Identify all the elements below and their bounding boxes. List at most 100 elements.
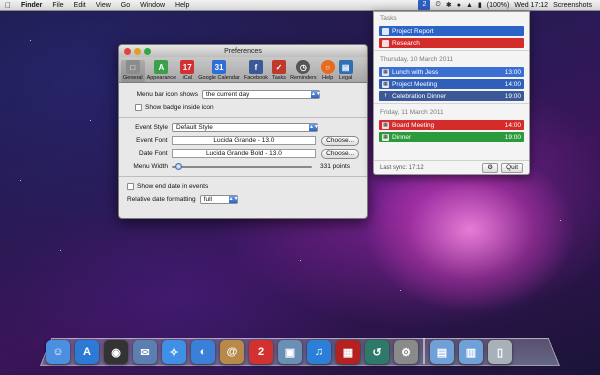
prefs-toolbar: □ General A Appearance 17 iCal 31 Google… bbox=[119, 57, 367, 83]
slider-knob[interactable] bbox=[175, 162, 182, 170]
date-font-field: Lucida Grande Bold - 13.0 bbox=[171, 149, 317, 158]
event-style-select[interactable]: Default Style ▲▼ bbox=[172, 123, 319, 132]
menubar-icon-select[interactable]: the current day ▲▼ bbox=[202, 90, 321, 99]
ichat-icon[interactable]: ◐ bbox=[191, 340, 215, 364]
star bbox=[90, 120, 91, 121]
divider bbox=[374, 103, 529, 104]
iphoto-icon[interactable]: ▣ bbox=[278, 340, 302, 364]
event-item[interactable]: ▦ Lunch with Jess 13:00 bbox=[379, 67, 524, 77]
tasks-icon: ✓ bbox=[272, 60, 287, 74]
menu-go[interactable]: Go bbox=[116, 2, 135, 9]
star bbox=[560, 220, 561, 221]
checkbox-icon[interactable] bbox=[382, 27, 389, 35]
menu-view[interactable]: View bbox=[91, 2, 116, 9]
ical-icon: 17 bbox=[180, 60, 195, 74]
tab-label: Reminders bbox=[290, 75, 317, 81]
relative-date-label: Relative date formatting bbox=[127, 196, 196, 203]
applications-folder-icon[interactable]: ▤ bbox=[430, 340, 454, 364]
event-time: 19:00 bbox=[504, 133, 521, 141]
event-item[interactable]: ▦ Board Meeting 14:00 bbox=[379, 120, 524, 130]
tab-tasks[interactable]: ✓ Tasks bbox=[270, 60, 288, 82]
user-name[interactable]: Screenshots bbox=[553, 2, 592, 9]
menu-window[interactable]: Window bbox=[135, 2, 170, 9]
show-badge-checkbox[interactable] bbox=[135, 104, 142, 111]
menu-file[interactable]: File bbox=[47, 2, 68, 9]
time-machine-icon[interactable]: ↺ bbox=[365, 340, 389, 364]
tab-legal[interactable]: ▤ Legal bbox=[337, 60, 355, 82]
dashboard-icon[interactable]: ◉ bbox=[104, 340, 128, 364]
tab-reminders[interactable]: ◷ Reminders bbox=[288, 60, 319, 82]
tasks-heading: Tasks bbox=[380, 15, 397, 22]
safari-icon[interactable]: ✧ bbox=[162, 340, 186, 364]
tab-label: iCal bbox=[182, 75, 192, 81]
title-bar[interactable]: Preferences bbox=[119, 45, 367, 57]
minimize-button[interactable] bbox=[134, 47, 141, 55]
app-store-icon[interactable]: A bbox=[75, 340, 99, 364]
event-style-label: Event Style bbox=[135, 124, 168, 131]
relative-date-select[interactable]: full ▲▼ bbox=[199, 195, 239, 204]
dock: ☺ A ◉ ✉ ✧ ◐ @2 ▣ ♫ ▦ ↺ ⚙ ▤ ▥ ▯ bbox=[46, 334, 558, 364]
mail-icon[interactable]: ✉ bbox=[133, 340, 157, 364]
event-item[interactable]: ▦ Project Meeting 14:00 bbox=[379, 79, 524, 89]
tab-appearance[interactable]: A Appearance bbox=[145, 60, 179, 82]
gear-button[interactable]: ⚙ bbox=[482, 162, 499, 173]
tab-label: Tasks bbox=[272, 75, 287, 81]
bluetooth-icon[interactable]: ✱ bbox=[446, 1, 452, 9]
chevron-down-icon: ▲▼ bbox=[228, 196, 239, 203]
show-end-date-checkbox[interactable] bbox=[127, 183, 134, 190]
system-preferences-icon[interactable]: ⚙ bbox=[394, 340, 418, 364]
finder-icon[interactable]: ☺ bbox=[46, 340, 70, 364]
zoom-button[interactable] bbox=[144, 47, 151, 55]
event-font-label: Event Font bbox=[136, 137, 168, 144]
event-title: Board Meeting bbox=[392, 121, 435, 129]
star bbox=[30, 40, 31, 41]
event-font-choose-button[interactable]: Choose... bbox=[321, 135, 359, 146]
chevron-down-icon: ▲▼ bbox=[311, 91, 321, 98]
apple-icon[interactable]:  bbox=[0, 1, 16, 10]
tab-label: Appearance bbox=[146, 75, 177, 81]
task-title: Project Report bbox=[392, 27, 434, 35]
volume-icon[interactable]: ▲ bbox=[466, 2, 473, 9]
event-title: Dinner bbox=[392, 133, 412, 141]
menu-help[interactable]: Help bbox=[170, 2, 194, 9]
tab-ical[interactable]: 17 iCal bbox=[178, 60, 196, 82]
tab-google-calendar[interactable]: 31 Google Calendar bbox=[196, 60, 242, 82]
wifi-icon[interactable]: ● bbox=[457, 2, 461, 9]
event-item[interactable]: ▦ Dinner 19:00 bbox=[379, 132, 524, 142]
clock[interactable]: Wed 17:12 bbox=[514, 2, 548, 9]
tab-label: Google Calendar bbox=[198, 75, 240, 81]
divider bbox=[374, 50, 529, 51]
address-book-icon[interactable]: @ bbox=[220, 340, 244, 364]
tab-facebook[interactable]: f Facebook bbox=[242, 60, 270, 82]
trash-icon[interactable]: ▯ bbox=[488, 340, 512, 364]
divider bbox=[119, 176, 367, 177]
itunes-icon[interactable]: ♫ bbox=[307, 340, 331, 364]
battery-percent: (100%) bbox=[486, 1, 510, 9]
event-time: 13:00 bbox=[504, 68, 521, 76]
event-item[interactable]: f Celebration Dinner 19:00 bbox=[379, 91, 524, 101]
quit-button[interactable]: Quit bbox=[501, 162, 523, 173]
menu-width-slider[interactable] bbox=[172, 162, 312, 170]
tab-help[interactable]: ○ Help bbox=[319, 60, 337, 82]
tab-general[interactable]: □ General bbox=[121, 60, 145, 82]
menubar-status-area: 2 ⏲ ✱ ● ▲ ▮ (100%) Wed 17:12 Screenshots bbox=[418, 0, 600, 10]
calendar-status-icon[interactable]: 2 bbox=[418, 0, 431, 10]
task-item[interactable]: Research bbox=[379, 38, 524, 48]
tab-label: Facebook bbox=[243, 75, 268, 81]
battery-icon[interactable]: ▮ bbox=[478, 1, 482, 9]
event-title: Celebration Dinner bbox=[392, 92, 447, 100]
documents-folder-icon[interactable]: ▥ bbox=[459, 340, 483, 364]
close-button[interactable] bbox=[124, 47, 131, 55]
calendar-icon: ▦ bbox=[382, 133, 389, 141]
menu-edit[interactable]: Edit bbox=[69, 2, 91, 9]
menubar-icon-label: Menu bar icon shows bbox=[136, 91, 198, 98]
task-item[interactable]: Project Report bbox=[379, 26, 524, 36]
checkbox-icon[interactable] bbox=[382, 39, 389, 47]
menu-app-name[interactable]: Finder bbox=[16, 2, 47, 9]
ical-icon[interactable]: 2 bbox=[249, 340, 273, 364]
google-calendar-icon: 31 bbox=[212, 60, 227, 74]
date-font-choose-button[interactable]: Choose... bbox=[321, 148, 359, 159]
event-time: 19:00 bbox=[504, 92, 521, 100]
photo-booth-icon[interactable]: ▦ bbox=[336, 340, 360, 364]
sync-icon[interactable]: ⏲ bbox=[435, 1, 440, 9]
